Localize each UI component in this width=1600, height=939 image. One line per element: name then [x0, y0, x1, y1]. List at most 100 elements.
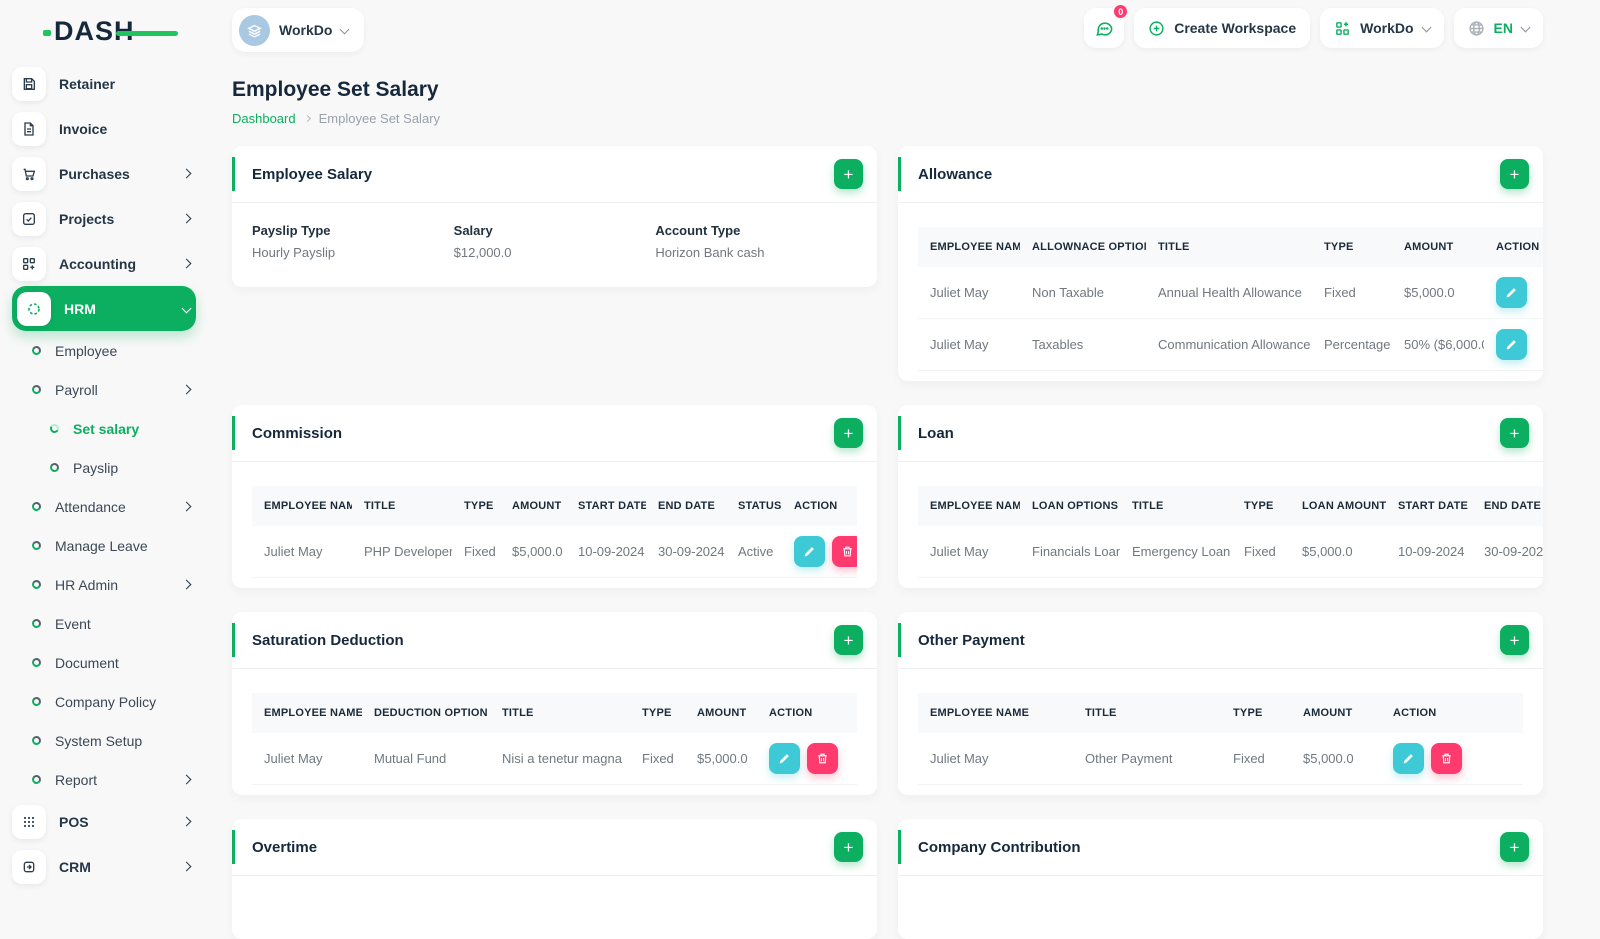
- language-label: EN: [1493, 20, 1513, 36]
- sidebar-item-retainer[interactable]: Retainer: [12, 61, 196, 106]
- field-salary: Salary $12,000.0: [454, 223, 656, 260]
- card-header: Loan +: [898, 405, 1543, 462]
- chevron-right-icon: [181, 213, 192, 224]
- table-cell: Annual Health Allowance: [1146, 267, 1312, 319]
- chevron-right-icon: [181, 579, 192, 590]
- chevron-down-icon: [339, 24, 350, 34]
- chevron-right-icon: [181, 816, 192, 827]
- saturation-deduction-table: EMPLOYEE NAME DEDUCTION OPTION TITLE TYPE AM…: [252, 693, 857, 785]
- workspace-selector[interactable]: WorkDo: [232, 8, 365, 52]
- workdo-menu[interactable]: WorkDo: [1320, 8, 1444, 48]
- brand-logo[interactable]: DASH: [43, 16, 178, 47]
- accounting-icon: [12, 246, 46, 281]
- sidebar-item-system-setup[interactable]: System Setup: [12, 721, 196, 760]
- bullet-icon: [30, 734, 43, 747]
- column-header: TYPE: [1232, 486, 1290, 526]
- sidebar-item-employee[interactable]: Employee: [12, 331, 196, 370]
- hrm-icon: [17, 291, 51, 326]
- field-label: Payslip Type: [252, 223, 331, 238]
- sidebar-item-attendance[interactable]: Attendance: [12, 487, 196, 526]
- edit-button[interactable]: [1393, 743, 1424, 774]
- workspace-label: WorkDo: [279, 22, 333, 38]
- card-header: Other Payment +: [898, 612, 1543, 669]
- table-cell: Fixed: [452, 526, 500, 578]
- sidebar-item-payroll[interactable]: Payroll: [12, 370, 196, 409]
- sidebar-item-pos[interactable]: POS: [12, 799, 196, 844]
- sidebar-item-document[interactable]: Document: [12, 643, 196, 682]
- other-payment-card: Other Payment + EMPLOYEE NAME TITLE TYPE AM…: [898, 612, 1543, 795]
- sidebar-item-accounting[interactable]: Accounting: [12, 241, 196, 286]
- field-value: $12,000.0: [453, 245, 512, 260]
- edit-button[interactable]: [1496, 329, 1527, 360]
- loan-card: Loan + EMPLOYEE NAME LOAN OPTIONS TITLE TYP…: [898, 405, 1543, 588]
- bullet-icon: [30, 500, 43, 513]
- sidebar-item-purchases[interactable]: Purchases: [12, 151, 196, 196]
- add-employee-salary-button[interactable]: +: [834, 159, 863, 189]
- sidebar-item-hr-admin[interactable]: HR Admin: [12, 565, 196, 604]
- card-title: Overtime: [252, 838, 318, 856]
- delete-button[interactable]: [807, 743, 838, 774]
- sidebar-item-invoice[interactable]: Invoice: [12, 106, 196, 151]
- table-row: Juliet May Non Taxable Annual Health Allow…: [918, 267, 1543, 319]
- breadcrumb-dashboard-link[interactable]: Dashboard: [232, 111, 296, 126]
- salary-fields: Payslip Type Hourly Payslip Salary $12,0…: [232, 203, 877, 287]
- column-header: END DATE: [646, 486, 726, 526]
- sidebar-item-report[interactable]: Report: [12, 760, 196, 799]
- globe-icon: [1468, 20, 1485, 37]
- sidebar-item-label: Payslip: [73, 459, 119, 476]
- add-company-contribution-button[interactable]: +: [1500, 832, 1529, 862]
- sidebar-item-label: Accounting: [59, 255, 136, 272]
- breadcrumb-current: Employee Set Salary: [318, 111, 441, 126]
- sidebar-item-payslip[interactable]: Payslip: [12, 448, 196, 487]
- table-cell: Percentage: [1312, 318, 1392, 371]
- column-header: STATUS: [726, 486, 782, 526]
- create-workspace-button[interactable]: Create Workspace: [1134, 8, 1311, 48]
- action-cell: [1484, 267, 1543, 319]
- saturation-deduction-card: Saturation Deduction + EMPLOYEE NAME DEDU…: [232, 612, 877, 795]
- card-title: Commission: [252, 424, 343, 442]
- sidebar-item-label: HR Admin: [55, 576, 119, 593]
- add-allowance-button[interactable]: +: [1500, 159, 1529, 189]
- table-header-row: EMPLOYEE NAME DEDUCTION OPTION TITLE TYPE AM…: [252, 693, 857, 733]
- add-other-payment-button[interactable]: +: [1500, 625, 1529, 655]
- chevron-down-icon: [181, 303, 192, 314]
- sidebar-item-label: Attendance: [55, 498, 126, 515]
- sidebar-item-hrm[interactable]: HRM: [12, 286, 196, 331]
- bullet-icon: [30, 578, 43, 591]
- language-selector[interactable]: EN: [1453, 8, 1543, 48]
- delete-button[interactable]: [832, 536, 857, 567]
- sidebar-item-projects[interactable]: Projects: [12, 196, 196, 241]
- field-value: Hourly Payslip: [252, 245, 336, 260]
- column-header: DEDUCTION OPTION: [362, 693, 490, 733]
- crm-icon: [12, 849, 46, 884]
- column-header: EMPLOYEE NAME: [918, 486, 1020, 526]
- logo-bar-accent: [116, 31, 178, 36]
- sidebar-item-crm[interactable]: CRM: [12, 844, 196, 889]
- add-commission-button[interactable]: +: [834, 418, 863, 448]
- column-header: TITLE: [1073, 693, 1221, 733]
- topbar: WorkDo 0 Create Workspace WorkDo EN: [232, 3, 1543, 52]
- sidebar-item-label: Set salary: [73, 420, 140, 437]
- add-overtime-button[interactable]: +: [834, 832, 863, 862]
- column-header: ACTION: [1381, 693, 1523, 733]
- delete-button[interactable]: [1431, 743, 1462, 774]
- column-header: EMPLOYEE NAME: [252, 693, 362, 733]
- messages-button[interactable]: 0: [1084, 3, 1130, 48]
- sidebar-item-event[interactable]: Event: [12, 604, 196, 643]
- overtime-card: Overtime +: [232, 819, 877, 939]
- sidebar-item-set-salary[interactable]: Set salary: [12, 409, 196, 448]
- table-cell: 10-09-2024: [566, 526, 646, 578]
- sidebar-item-label: Event: [55, 615, 91, 632]
- edit-button[interactable]: [769, 743, 800, 774]
- add-saturation-deduction-button[interactable]: +: [834, 625, 863, 655]
- column-header: START DATE: [566, 486, 646, 526]
- edit-button[interactable]: [1496, 277, 1527, 308]
- sidebar-item-label: Purchases: [59, 165, 130, 182]
- sidebar-item-label: Manage Leave: [55, 537, 148, 554]
- sidebar-item-manage-leave[interactable]: Manage Leave: [12, 526, 196, 565]
- breadcrumb-separator-icon: [303, 114, 311, 123]
- edit-button[interactable]: [794, 536, 825, 567]
- add-loan-button[interactable]: +: [1500, 418, 1529, 448]
- column-header: TYPE: [1312, 227, 1392, 267]
- sidebar-item-company-policy[interactable]: Company Policy: [12, 682, 196, 721]
